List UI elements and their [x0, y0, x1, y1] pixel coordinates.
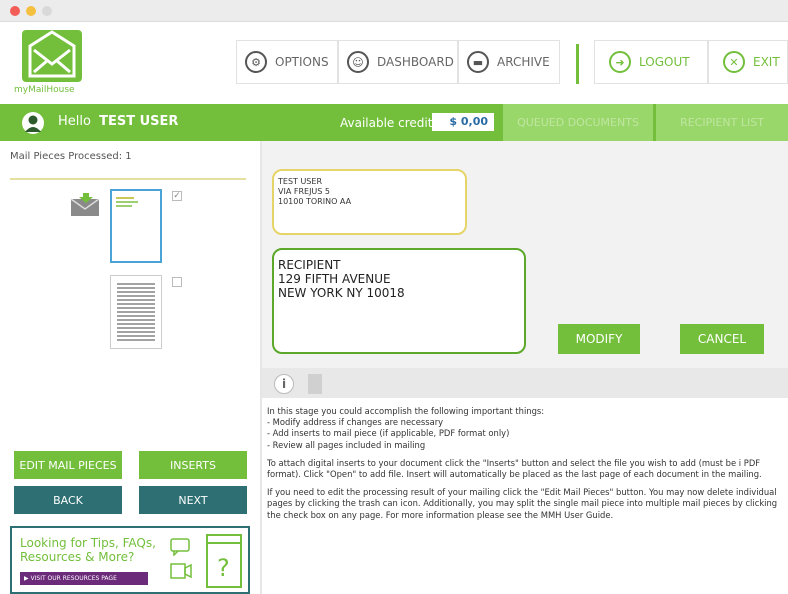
- user-circle-icon: ☺: [347, 51, 369, 73]
- recipient-line: NEW YORK NY 10018: [278, 286, 405, 300]
- question-icon: ?: [206, 534, 242, 588]
- promo-line2: Resources & More?: [20, 550, 135, 564]
- help-tabs: i: [262, 368, 788, 398]
- help-bullet: - Review all pages included in mailing: [267, 439, 426, 450]
- promo-line1: Looking for Tips, FAQs,: [20, 536, 156, 550]
- logout-button[interactable]: ➜ LOGOUT: [594, 40, 708, 84]
- next-button[interactable]: NEXT: [139, 486, 247, 514]
- envelope-icon: [70, 193, 100, 221]
- mail-page-thumbnail[interactable]: [110, 189, 162, 263]
- user-status-bar: Hello TEST USER Available credits $ 0,00…: [0, 104, 788, 141]
- user-avatar-icon: [25, 115, 41, 132]
- recipient-address-field[interactable]: RECIPIENT 129 FIFTH AVENUE NEW YORK NY 1…: [272, 248, 526, 354]
- page-checkbox[interactable]: [172, 277, 182, 287]
- help-bullet: - Modify address if changes are necessar…: [267, 417, 444, 428]
- back-button[interactable]: BACK: [14, 486, 122, 514]
- mail-page-thumbnail[interactable]: [110, 275, 162, 349]
- greeting-hello: Hello: [58, 114, 91, 129]
- visit-resources-label: VISIT OUR RESOURCES PAGE: [30, 575, 117, 582]
- page-checkbox[interactable]: ✓: [172, 191, 182, 201]
- exit-label: EXIT: [753, 55, 780, 69]
- close-window-icon[interactable]: [10, 6, 20, 16]
- tab-recipient-list[interactable]: RECIPIENT LIST: [656, 104, 788, 141]
- tab-queued-documents[interactable]: QUEUED DOCUMENTS: [503, 104, 653, 141]
- sender-line: 10100 TORINO AA: [278, 197, 352, 206]
- window-titlebar: [0, 0, 788, 22]
- avatar: [22, 112, 44, 134]
- visit-resources-link[interactable]: ▶ VISIT OUR RESOURCES PAGE: [20, 572, 148, 585]
- minimize-window-icon[interactable]: [26, 6, 36, 16]
- envelope-logo-icon: [28, 30, 76, 78]
- logout-label: LOGOUT: [639, 55, 690, 69]
- dashboard-button[interactable]: ☺ DASHBOARD: [338, 40, 458, 84]
- modify-button[interactable]: MODIFY: [558, 324, 640, 354]
- document-icon[interactable]: [308, 374, 322, 394]
- recipient-line: 129 FIFTH AVENUE: [278, 272, 391, 286]
- chat-icon: [170, 538, 192, 560]
- app-header: myMailHouse ⚙ OPTIONS ☺ DASHBOARD ▬ ARCH…: [0, 22, 788, 104]
- sender-line: TEST USER: [278, 177, 322, 186]
- credits-value: $ 0,00: [432, 113, 494, 131]
- recipient-line: RECIPIENT: [278, 258, 341, 272]
- processed-count: Mail Pieces Processed: 1: [10, 151, 132, 162]
- promo-headline: Looking for Tips, FAQs, Resources & More…: [20, 536, 156, 564]
- resources-promo[interactable]: Looking for Tips, FAQs, Resources & More…: [10, 526, 250, 594]
- help-bullet: - Add inserts to mail piece (if applicab…: [267, 428, 510, 439]
- close-circle-icon: ✕: [723, 51, 745, 73]
- mymailhouse-logo[interactable]: [22, 30, 82, 82]
- help-intro: In this stage you could accomplish the f…: [267, 406, 545, 416]
- gear-icon: ⚙: [245, 51, 267, 73]
- maximize-window-icon[interactable]: [42, 6, 52, 16]
- logout-arrow-icon: ➜: [609, 51, 631, 73]
- edit-mail-pieces-button[interactable]: EDIT MAIL PIECES: [14, 451, 122, 479]
- dashboard-label: DASHBOARD: [377, 55, 454, 69]
- credits-label: Available credits: [340, 116, 439, 130]
- video-icon: [170, 562, 192, 584]
- sender-address-box[interactable]: TEST USER VIA FREJUS 5 10100 TORINO AA: [272, 169, 467, 235]
- logo-text: myMailHouse: [14, 85, 75, 95]
- exit-button[interactable]: ✕ EXIT: [708, 40, 788, 84]
- inserts-button[interactable]: INSERTS: [139, 451, 247, 479]
- archive-label: ARCHIVE: [497, 55, 550, 69]
- greeting-username: TEST USER: [99, 114, 179, 129]
- header-separator: [576, 44, 579, 84]
- folder-icon: ▬: [467, 51, 489, 73]
- divider: [10, 178, 246, 180]
- help-panel: i In this stage you could accomplish the…: [262, 368, 788, 594]
- help-paragraph: If you need to edit the processing resul…: [267, 487, 778, 520]
- help-text: In this stage you could accomplish the f…: [267, 406, 788, 528]
- archive-button[interactable]: ▬ ARCHIVE: [458, 40, 560, 84]
- cancel-button[interactable]: CANCEL: [680, 324, 764, 354]
- sender-line: VIA FREJUS 5: [278, 187, 330, 196]
- help-paragraph: To attach digital inserts to your docume…: [267, 457, 762, 480]
- options-label: OPTIONS: [275, 55, 329, 69]
- greeting: Hello TEST USER: [58, 114, 178, 129]
- info-icon[interactable]: i: [274, 374, 294, 394]
- options-button[interactable]: ⚙ OPTIONS: [236, 40, 338, 84]
